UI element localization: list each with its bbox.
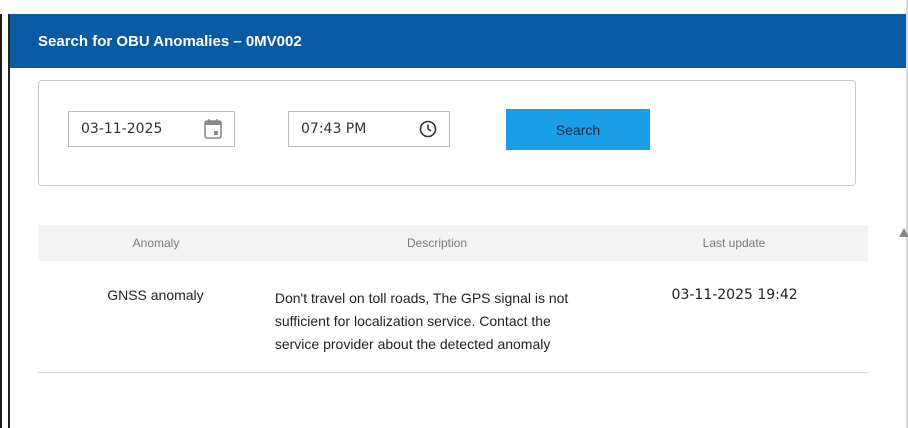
cell-anomaly: GNSS anomaly <box>107 287 204 303</box>
time-value[interactable]: 07:43 PM <box>289 121 415 137</box>
table-row: GNSS anomaly Don't travel on toll roads,… <box>38 261 868 373</box>
date-input[interactable]: 03-11-2025 <box>68 111 235 147</box>
cell-last-update: 03-11-2025 19:42 <box>671 287 798 303</box>
search-panel: 03-11-2025 07:43 PM Search <box>38 80 856 186</box>
clock-icon[interactable] <box>415 116 441 142</box>
left-border <box>8 14 10 428</box>
calendar-icon[interactable] <box>200 116 226 142</box>
search-button[interactable]: Search <box>506 109 650 150</box>
page-title: Search for OBU Anomalies – 0MV002 <box>38 32 302 50</box>
table-header: Anomaly Description Last update <box>38 225 868 261</box>
column-header-last-update: Last update <box>702 236 766 250</box>
cell-description: Don't travel on toll roads, The GPS sign… <box>273 287 601 372</box>
top-margin <box>0 0 908 14</box>
column-header-anomaly: Anomaly <box>132 236 180 250</box>
anomalies-table: Anomaly Description Last update GNSS ano… <box>38 225 868 373</box>
description-text: Don't travel on toll roads, The GPS sign… <box>274 290 569 352</box>
column-header-description: Description <box>406 236 468 250</box>
scroll-up-arrow-icon[interactable] <box>899 228 908 237</box>
date-value[interactable]: 03-11-2025 <box>69 121 200 137</box>
time-input[interactable]: 07:43 PM <box>288 111 450 147</box>
page-header: Search for OBU Anomalies – 0MV002 <box>10 14 908 68</box>
